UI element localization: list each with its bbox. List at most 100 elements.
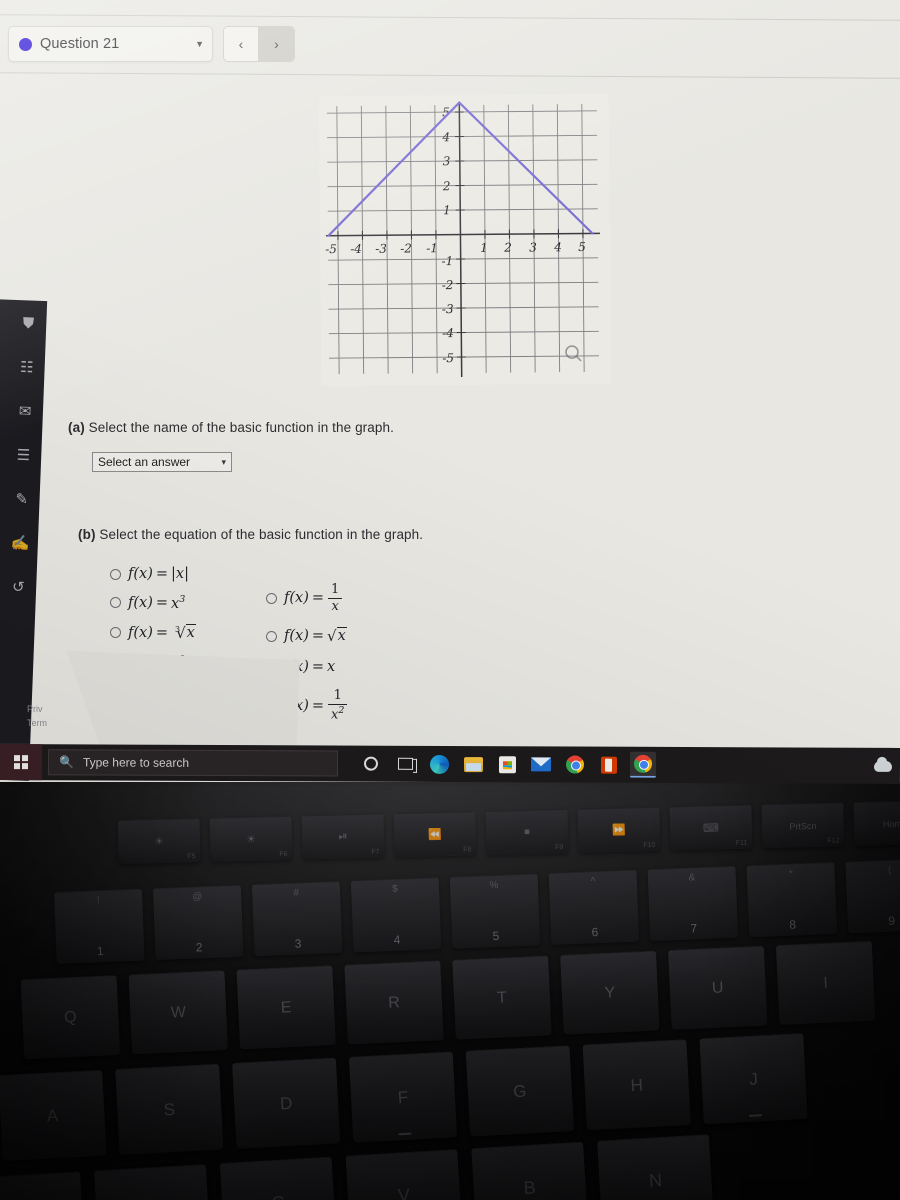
task-view-icon[interactable]	[392, 751, 418, 777]
key-b[interactable]: B	[471, 1141, 589, 1200]
fraction-denominator: x2	[328, 706, 347, 722]
key-g[interactable]: G	[465, 1045, 575, 1137]
privacy-link[interactable]: Priv	[27, 702, 47, 716]
key-9[interactable]: (9	[845, 858, 900, 934]
key-6[interactable]: ^ 6	[548, 869, 640, 945]
key-f10[interactable]: ⏩ F10	[577, 806, 661, 853]
back-arrow-icon[interactable]: ↺	[7, 576, 30, 599]
key-4[interactable]: $4	[350, 877, 442, 953]
key-w[interactable]: W	[128, 970, 229, 1055]
key-f7[interactable]: ⏯ F7	[301, 813, 385, 860]
prev-question-button[interactable]: ‹	[224, 27, 259, 61]
key-s[interactable]: S	[115, 1063, 224, 1155]
key-f[interactable]: F	[348, 1051, 458, 1143]
root-radicand: x	[185, 623, 196, 641]
key-7[interactable]: & 7	[647, 865, 739, 942]
calculator-icon[interactable]: ☷	[15, 356, 38, 379]
microsoft-store-icon[interactable]	[494, 751, 520, 777]
part-b-text: Select the equation of the basic functio…	[95, 527, 424, 542]
part-a-text: Select the name of the basic function in…	[84, 420, 394, 435]
option-rhs: x	[327, 659, 336, 676]
chevron-down-icon: ▾	[221, 456, 226, 467]
radio-icon[interactable]	[266, 630, 277, 642]
next-question-button[interactable]: ›	[259, 27, 294, 61]
question-selector[interactable]: Question 21 ▼	[8, 26, 213, 62]
key-f6[interactable]: ☀ F6	[209, 815, 293, 862]
function-graph: -5 -4 -3 -2 -1 1 2 3 4 5 5 4 3 2 1 -1 -2…	[318, 93, 612, 387]
key-r[interactable]: R	[344, 960, 444, 1045]
option-sqrt-x[interactable]: f(x) = √ x	[266, 627, 348, 645]
svg-text:1: 1	[443, 203, 451, 217]
key-d[interactable]: D	[231, 1057, 341, 1149]
radio-icon[interactable]	[110, 568, 121, 580]
key-i[interactable]: I	[775, 940, 876, 1025]
key-e[interactable]: E	[236, 965, 336, 1050]
terms-link[interactable]: Term	[27, 716, 47, 730]
svg-text:2: 2	[503, 241, 512, 255]
taskbar-search-input[interactable]: 🔍 Type here to search	[47, 749, 339, 777]
key-y[interactable]: Y	[560, 950, 660, 1035]
office-icon[interactable]	[596, 752, 622, 778]
option-abs-x[interactable]: f(x) = |x|	[110, 566, 196, 582]
note-edit-icon[interactable]: ✍	[9, 532, 32, 555]
key-t[interactable]: T	[452, 955, 552, 1040]
key-n[interactable]: N	[596, 1134, 714, 1200]
key-u[interactable]: U	[667, 945, 768, 1030]
person-icon[interactable]: ⛊	[17, 312, 40, 335]
option-eq: =	[155, 624, 169, 641]
question-nav-group[interactable]: ‹ ›	[223, 26, 295, 62]
onedrive-cloud-icon[interactable]	[873, 760, 893, 772]
cortana-circle-icon[interactable]	[358, 751, 384, 777]
key-printscreen[interactable]: PrtScn F12	[761, 802, 845, 849]
key-home[interactable]: Home	[853, 800, 900, 847]
key-j[interactable]: J	[699, 1032, 808, 1125]
document-icon[interactable]: ☰	[12, 444, 35, 467]
fraction: 1 x2	[328, 689, 348, 722]
key-3[interactable]: #3	[251, 880, 343, 957]
root-radicand: x	[336, 627, 347, 645]
key-z[interactable]: Z	[0, 1171, 86, 1200]
key-f8[interactable]: ⏪ F8	[393, 811, 477, 858]
option-cube-root-x[interactable]: f(x) = 3 √ x	[110, 623, 196, 642]
physical-keyboard: ☀ F5 ☀ F6 ⏯ F7 ⏪ F8 ⏹ F9 ⏩ F10 ⌨ F11 PrtScn F12 …	[0, 782, 900, 1200]
cube-root-icon: 3 √ x	[175, 623, 196, 642]
chrome-active-icon[interactable]	[629, 751, 657, 778]
key-q[interactable]: Q	[20, 975, 121, 1060]
denominator-exponent: 2	[338, 705, 345, 717]
edge-icon[interactable]	[426, 751, 452, 777]
option-x-cubed[interactable]: f(x) = x3	[110, 594, 196, 612]
radio-icon[interactable]	[110, 597, 121, 609]
option-eq: =	[311, 697, 325, 714]
svg-text:-1: -1	[426, 241, 438, 255]
svg-text:-4: -4	[350, 242, 362, 256]
envelope-icon[interactable]: ✉	[14, 400, 37, 423]
windows-start-icon[interactable]	[0, 744, 43, 781]
key-f11[interactable]: ⌨ F11	[669, 804, 753, 851]
key-f5[interactable]: ☀ F5	[117, 817, 201, 864]
key-f9[interactable]: ⏹ F9	[485, 809, 569, 855]
key-x[interactable]: X	[93, 1163, 211, 1200]
keyboard-function-row: ☀ F5 ☀ F6 ⏯ F7 ⏪ F8 ⏹ F9 ⏩ F10 ⌨ F11 PrtScn F12 …	[117, 800, 900, 864]
key-a[interactable]: A	[0, 1069, 107, 1162]
key-2[interactable]: @2	[152, 884, 244, 961]
footer-policy-links[interactable]: Priv Term	[27, 702, 47, 730]
pencil-icon[interactable]: ✎	[10, 488, 33, 511]
part-b-prompt: (b) Select the equation of the basic fun…	[78, 527, 423, 542]
svg-text:1: 1	[480, 241, 488, 255]
key-h[interactable]: H	[582, 1039, 691, 1131]
key-5[interactable]: % 5	[449, 873, 541, 949]
radio-icon[interactable]	[266, 592, 277, 604]
svg-text:-3: -3	[442, 302, 454, 316]
file-explorer-icon[interactable]	[460, 751, 486, 777]
radio-icon[interactable]	[110, 627, 121, 639]
option-one-over-x[interactable]: f(x) = 1 x	[266, 583, 348, 613]
key-c[interactable]: C	[219, 1156, 337, 1200]
key-1[interactable]: ! 1	[53, 888, 145, 964]
mail-icon[interactable]	[528, 751, 554, 777]
chrome-icon[interactable]	[562, 751, 588, 777]
answer-select[interactable]: Select an answer ▾	[92, 452, 232, 472]
key-v[interactable]: V	[345, 1149, 463, 1200]
option-lhs: f(x)	[128, 566, 153, 582]
taskbar-icons	[358, 751, 657, 778]
key-8[interactable]: * 8	[746, 861, 838, 938]
